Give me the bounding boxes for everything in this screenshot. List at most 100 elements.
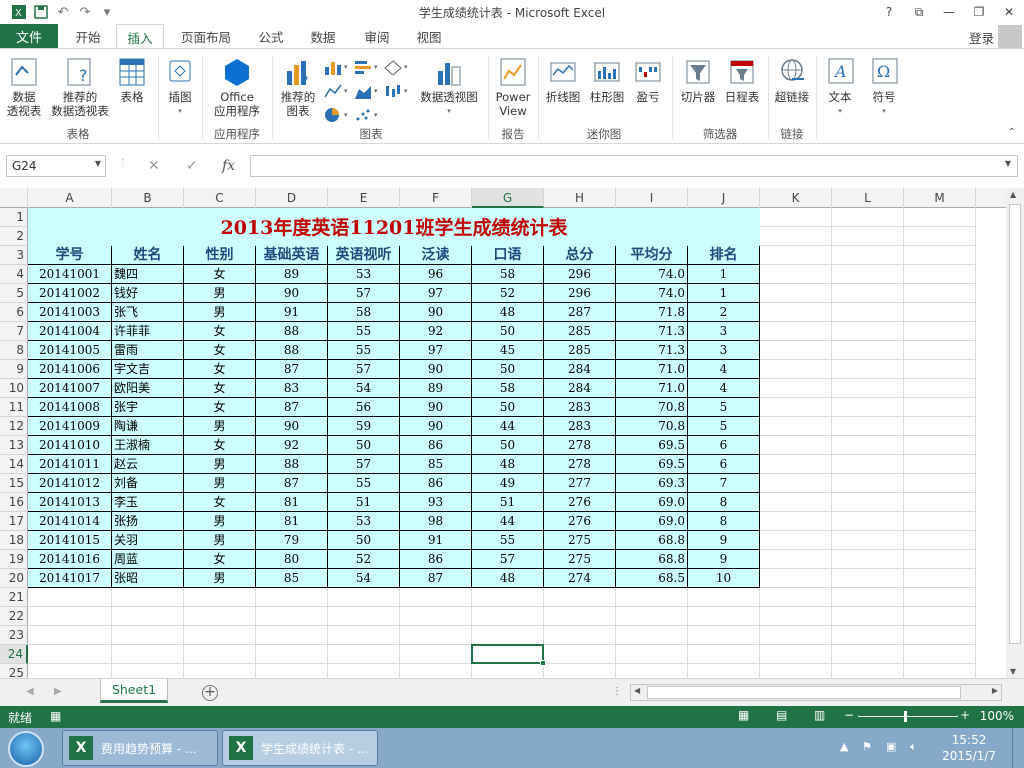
taskbar-clock[interactable]: 15:52 2015/1/7: [942, 732, 996, 764]
table-cell[interactable]: 88: [256, 455, 328, 474]
show-desktop-button[interactable]: [1012, 728, 1024, 768]
table-cell[interactable]: 69.5: [616, 436, 688, 455]
table-cell[interactable]: 8: [688, 493, 760, 512]
table-cell[interactable]: 96: [400, 265, 472, 284]
row-header-20[interactable]: 20: [0, 569, 28, 588]
tab-split-icon[interactable]: ⋮: [612, 686, 622, 697]
table-cell[interactable]: 许菲菲: [112, 322, 184, 341]
table-cell[interactable]: 口语: [472, 246, 544, 265]
table-cell[interactable]: 总分: [544, 246, 616, 265]
table-cell[interactable]: 女: [184, 341, 256, 360]
expand-formula-icon[interactable]: ▼: [1005, 159, 1011, 168]
table-cell[interactable]: 7: [688, 474, 760, 493]
column-header-a[interactable]: A: [28, 188, 112, 208]
table-cell[interactable]: 1: [688, 284, 760, 303]
table-cell[interactable]: 86: [400, 436, 472, 455]
table-cell[interactable]: 57: [472, 550, 544, 569]
next-sheet-icon[interactable]: ▶: [54, 686, 62, 697]
enter-icon[interactable]: ✓: [186, 158, 198, 174]
table-cell[interactable]: 69.3: [616, 474, 688, 493]
table-cell[interactable]: 91: [256, 303, 328, 322]
table-cell[interactable]: 90: [400, 398, 472, 417]
table-cell[interactable]: 52: [328, 550, 400, 569]
table-cell[interactable]: 20141014: [28, 512, 112, 531]
table-cell[interactable]: 285: [544, 341, 616, 360]
table-cell[interactable]: 泛读: [400, 246, 472, 265]
formula-input[interactable]: ▼: [250, 155, 1018, 177]
table-cell[interactable]: 90: [256, 284, 328, 303]
table-cell[interactable]: 92: [400, 322, 472, 341]
show-hidden-icons-icon[interactable]: ▲: [840, 740, 854, 754]
row-header-6[interactable]: 6: [0, 303, 28, 322]
zoom-level[interactable]: 100%: [980, 709, 1014, 723]
table-cell[interactable]: 20141016: [28, 550, 112, 569]
vertical-scroll-thumb[interactable]: [1009, 204, 1021, 644]
table-cell[interactable]: 5: [688, 417, 760, 436]
select-all-corner[interactable]: [0, 188, 28, 208]
column-header-d[interactable]: D: [256, 188, 328, 208]
row-header-2[interactable]: 2: [0, 227, 28, 246]
table-cell[interactable]: 魏四: [112, 265, 184, 284]
page-layout-view-icon[interactable]: ▤: [776, 708, 787, 722]
table-cell[interactable]: 4: [688, 379, 760, 398]
column-header-h[interactable]: H: [544, 188, 616, 208]
table-cell[interactable]: 20141006: [28, 360, 112, 379]
table-cell[interactable]: 20141008: [28, 398, 112, 417]
page-break-view-icon[interactable]: ▥: [814, 708, 825, 722]
table-cell[interactable]: 55: [328, 341, 400, 360]
table-cell[interactable]: 278: [544, 436, 616, 455]
table-cell[interactable]: 68.8: [616, 550, 688, 569]
row-header-5[interactable]: 5: [0, 284, 28, 303]
row-header-9[interactable]: 9: [0, 360, 28, 379]
row-header-23[interactable]: 23: [0, 626, 28, 645]
table-cell[interactable]: 91: [400, 531, 472, 550]
table-cell[interactable]: 85: [256, 569, 328, 588]
bar-chart-button[interactable]: ▾: [354, 59, 378, 75]
table-cell[interactable]: 1: [688, 265, 760, 284]
table-cell[interactable]: 284: [544, 360, 616, 379]
table-cell[interactable]: 男: [184, 512, 256, 531]
table-cell[interactable]: 296: [544, 265, 616, 284]
table-cell[interactable]: 296: [544, 284, 616, 303]
table-cell[interactable]: 55: [472, 531, 544, 550]
table-cell[interactable]: 53: [328, 265, 400, 284]
table-cell[interactable]: 女: [184, 379, 256, 398]
slicer-button[interactable]: 切片器: [676, 57, 720, 104]
tab-formulas[interactable]: 公式: [248, 24, 294, 49]
column-header-m[interactable]: M: [904, 188, 976, 208]
name-box-dropdown-icon[interactable]: ▼: [95, 159, 101, 168]
table-cell[interactable]: 50: [328, 531, 400, 550]
scroll-down-icon[interactable]: ▼: [1010, 667, 1016, 676]
cancel-icon[interactable]: ✕: [148, 158, 160, 174]
table-cell[interactable]: 89: [256, 265, 328, 284]
table-cell[interactable]: 55: [328, 474, 400, 493]
table-cell[interactable]: 287: [544, 303, 616, 322]
table-cell[interactable]: 宇文吉: [112, 360, 184, 379]
action-center-flag-icon[interactable]: ⚑: [862, 740, 876, 754]
table-cell[interactable]: 71.8: [616, 303, 688, 322]
table-cell[interactable]: 79: [256, 531, 328, 550]
table-cell[interactable]: 97: [400, 284, 472, 303]
insert-function-icon[interactable]: fx: [222, 158, 235, 174]
table-cell[interactable]: 90: [256, 417, 328, 436]
sparkline-line-button[interactable]: 折线图: [542, 57, 584, 104]
table-cell[interactable]: 92: [256, 436, 328, 455]
volume-icon[interactable]: 🔈︎: [910, 740, 924, 754]
row-header-12[interactable]: 12: [0, 417, 28, 436]
table-cell[interactable]: 20141002: [28, 284, 112, 303]
table-cell[interactable]: 基础英语: [256, 246, 328, 265]
row-header-4[interactable]: 4: [0, 265, 28, 284]
table-cell[interactable]: 97: [400, 341, 472, 360]
prev-sheet-icon[interactable]: ◀: [26, 686, 34, 697]
table-cell[interactable]: 70.8: [616, 398, 688, 417]
table-cell[interactable]: 48: [472, 303, 544, 322]
row-header-16[interactable]: 16: [0, 493, 28, 512]
recommended-charts-button[interactable]: ? 推荐的 图表: [276, 57, 320, 118]
table-cell[interactable]: 男: [184, 284, 256, 303]
table-cell[interactable]: 58: [472, 379, 544, 398]
table-cell[interactable]: 赵云: [112, 455, 184, 474]
horizontal-scrollbar[interactable]: ◀ ▶: [630, 684, 1002, 701]
table-cell[interactable]: 20141015: [28, 531, 112, 550]
table-cell[interactable]: 90: [400, 303, 472, 322]
line-chart-button[interactable]: ▾: [324, 83, 348, 99]
